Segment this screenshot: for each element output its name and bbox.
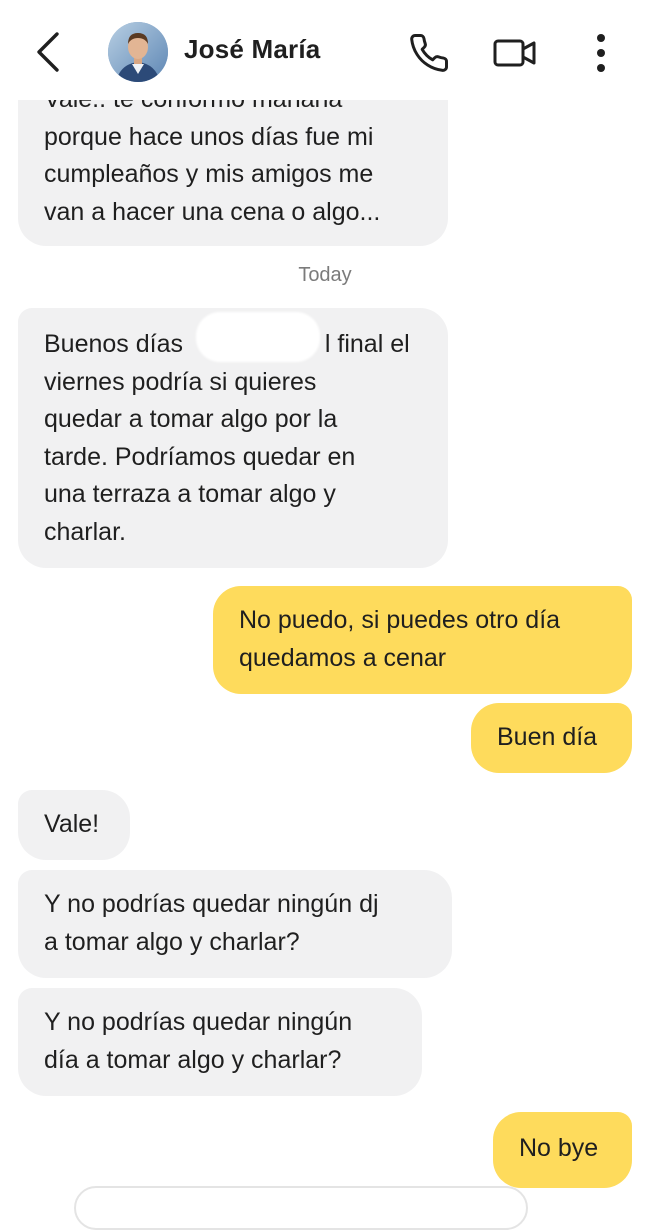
message-line: a tomar algo y charlar? <box>44 927 300 956</box>
video-camera-icon <box>493 39 536 67</box>
message-line: viernes podría si quieres <box>44 367 317 396</box>
chevron-left-icon <box>37 32 59 72</box>
avatar[interactable] <box>108 22 168 82</box>
message-line: charlar. <box>44 517 126 546</box>
message-text: l final el <box>324 330 410 358</box>
phone-icon <box>410 34 448 72</box>
message-line: No bye <box>519 1134 599 1162</box>
redaction-mark <box>196 312 320 362</box>
message-line: No puedo, si puedes otro día <box>239 606 561 634</box>
message-line: van a hacer una cena o algo... <box>44 197 381 226</box>
message-line: día a tomar algo y charlar? <box>44 1045 342 1074</box>
message-outgoing[interactable]: Buen día <box>471 703 632 773</box>
message-input-edge[interactable] <box>74 1186 528 1230</box>
message-incoming[interactable]: Y no podrías quedar ningún día a tomar a… <box>18 988 422 1096</box>
message-line: quedamos a cenar <box>239 643 447 672</box>
message-outgoing[interactable]: No puedo, si puedes otro día quedamos a … <box>213 586 632 694</box>
message-line: cumpleaños y mis amigos me <box>44 160 374 188</box>
message-line: quedar a tomar algo por la <box>44 405 338 433</box>
message-line: Vale! <box>44 810 100 838</box>
call-button[interactable] <box>406 30 452 76</box>
message-text: Buenos días <box>44 330 183 358</box>
message-line: Y no podrías quedar ningún <box>44 1008 353 1036</box>
message-line: una terraza a tomar algo y <box>44 480 336 508</box>
message-incoming[interactable]: Vale! <box>18 790 130 860</box>
message-line: tarde. Podríamos quedar en <box>44 442 356 471</box>
video-call-button[interactable] <box>492 30 538 76</box>
date-separator: Today <box>298 264 352 286</box>
message-line: porque hace unos días fue mi <box>44 122 374 151</box>
back-button[interactable] <box>28 30 68 74</box>
message-incoming[interactable]: Y no podrías quedar ningún dj a tomar al… <box>18 870 452 978</box>
chat-header: José María <box>0 0 650 100</box>
chat-thread[interactable]: Vale.. te conformo mañana porque hace un… <box>0 0 650 1230</box>
message-line: Buen día <box>497 723 598 751</box>
more-options-button[interactable] <box>578 30 624 76</box>
contact-name[interactable]: José María <box>184 34 320 65</box>
contact-photo <box>108 22 168 82</box>
message-line: Y no podrías quedar ningún dj <box>44 890 379 918</box>
message-outgoing[interactable]: No bye <box>493 1112 632 1188</box>
more-vertical-icon <box>597 34 605 72</box>
